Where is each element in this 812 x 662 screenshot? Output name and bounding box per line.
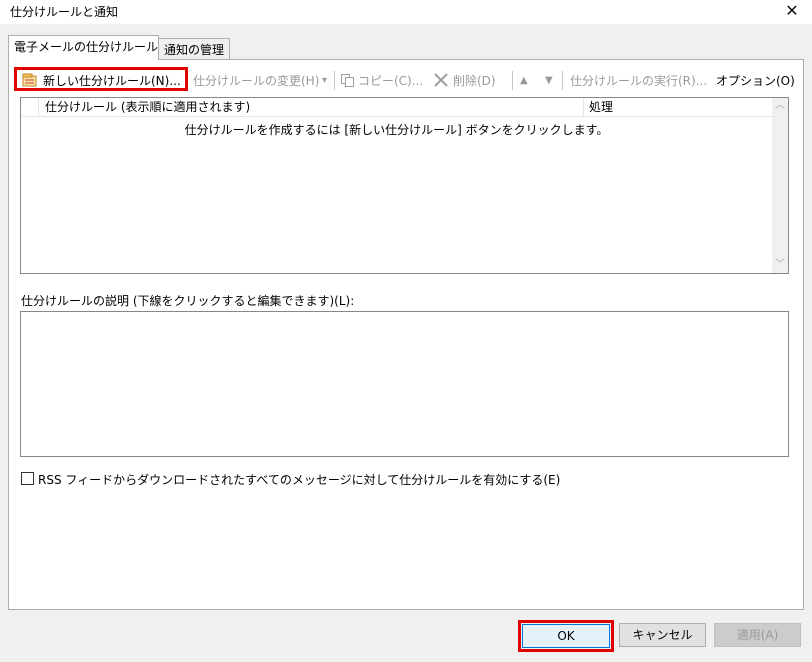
cancel-button[interactable]: キャンセル <box>619 623 706 647</box>
delete-button[interactable]: 削除(D) <box>453 71 496 91</box>
column-header-action[interactable]: 処理 <box>589 98 613 116</box>
empty-list-message: 仕分けルールを作成するには [新しい仕分けルール] ボタンをクリックします。 <box>184 123 609 137</box>
change-rule-button[interactable]: 仕分けルールの変更(H) <box>193 71 319 91</box>
rule-description-box[interactable] <box>20 311 789 457</box>
new-rule-icon <box>22 73 38 87</box>
apply-button[interactable]: 適用(A) <box>714 623 801 647</box>
window-title: 仕分けルールと通知 <box>10 5 119 19</box>
rss-rules-checkbox-label[interactable]: RSS フィードからダウンロードされたすべてのメッセージに対して仕分けルールを有… <box>38 471 560 488</box>
scroll-up-icon[interactable]: ︿ <box>772 98 788 114</box>
column-divider <box>583 98 584 116</box>
tab-manage-alerts[interactable]: 通知の管理 <box>158 38 230 60</box>
rss-rules-checkbox[interactable] <box>21 472 34 485</box>
move-up-icon[interactable]: ▲ <box>520 71 528 91</box>
delete-icon <box>434 73 448 87</box>
toolbar-separator <box>334 71 335 90</box>
ok-button-focus-ring <box>522 624 610 648</box>
toolbar-separator <box>512 71 513 90</box>
column-header-rule[interactable]: 仕分けルール (表示順に適用されます) <box>45 98 250 116</box>
title-bar <box>0 0 812 24</box>
new-rule-label: 新しい仕分けルール(N)... <box>43 74 181 88</box>
run-rules-button[interactable]: 仕分けルールの実行(R)... <box>570 71 707 91</box>
copy-button[interactable]: コピー(C)... <box>358 71 423 91</box>
close-button[interactable]: ✕ <box>780 0 804 22</box>
copy-icon <box>341 74 354 87</box>
vertical-scrollbar[interactable] <box>772 98 788 273</box>
move-down-icon[interactable]: ▼ <box>545 71 553 91</box>
options-button[interactable]: オプション(O) <box>716 71 795 91</box>
toolbar-separator <box>562 71 563 90</box>
tab-email-rules[interactable]: 電子メールの仕分けルール <box>8 35 159 60</box>
column-divider <box>38 98 39 116</box>
chevron-down-icon[interactable]: ▾ <box>322 71 327 91</box>
scroll-down-icon[interactable]: ﹀ <box>772 257 788 273</box>
rule-description-label: 仕分けルールの説明 (下線をクリックすると編集できます)(L): <box>21 294 355 308</box>
